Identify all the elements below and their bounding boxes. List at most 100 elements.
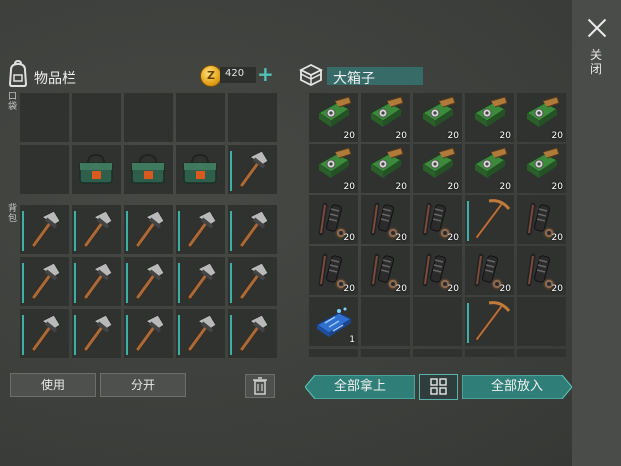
hammer-icon bbox=[135, 262, 165, 300]
chest-slot[interactable] bbox=[517, 297, 566, 346]
durability-bar bbox=[467, 201, 469, 241]
durability-bar bbox=[22, 315, 24, 355]
chest-slot[interactable]: 20 bbox=[361, 195, 410, 244]
hammer-icon bbox=[187, 314, 217, 352]
backpack-slot[interactable] bbox=[228, 257, 277, 306]
hammer-icon bbox=[83, 210, 113, 248]
item-quantity: 20 bbox=[395, 284, 407, 294]
chest-slot[interactable] bbox=[465, 349, 514, 357]
chest-slot[interactable]: 20 bbox=[361, 144, 410, 193]
trash-button[interactable] bbox=[245, 374, 275, 398]
chest-slot[interactable]: 20 bbox=[361, 246, 410, 295]
item-quantity: 20 bbox=[551, 233, 563, 243]
chest-slot[interactable]: 1 bbox=[309, 297, 358, 346]
item-quantity: 20 bbox=[447, 182, 459, 192]
split-button[interactable]: 分开 bbox=[100, 373, 186, 397]
chest-slot[interactable]: 20 bbox=[517, 144, 566, 193]
durability-bar bbox=[22, 211, 24, 251]
backpack-slot[interactable] bbox=[20, 205, 69, 254]
chest-slot[interactable] bbox=[309, 349, 358, 357]
item-quantity: 20 bbox=[499, 284, 511, 294]
backpack-slot[interactable] bbox=[176, 205, 225, 254]
chest-slot[interactable]: 20 bbox=[465, 93, 514, 142]
pocket-slot[interactable] bbox=[20, 93, 69, 142]
chest-slot[interactable]: 20 bbox=[413, 93, 462, 142]
quality-dots bbox=[494, 235, 510, 250]
chest-slot[interactable] bbox=[413, 297, 462, 346]
chest-slot[interactable]: 20 bbox=[413, 246, 462, 295]
item-quantity: 20 bbox=[395, 131, 407, 141]
close-icon[interactable] bbox=[585, 16, 609, 40]
item-quantity: 20 bbox=[551, 131, 563, 141]
pocket-slot[interactable] bbox=[124, 93, 173, 142]
chest-slot[interactable] bbox=[361, 349, 410, 357]
durability-bar bbox=[230, 211, 232, 251]
hammer-icon bbox=[187, 262, 217, 300]
backpack-slot[interactable] bbox=[72, 309, 121, 358]
item-quantity: 20 bbox=[447, 284, 459, 294]
chest-slot[interactable]: 20 bbox=[309, 195, 358, 244]
backpack-slot[interactable] bbox=[20, 257, 69, 306]
chest-slot[interactable] bbox=[465, 195, 514, 250]
medkit-icon bbox=[183, 153, 217, 184]
durability-bar bbox=[230, 315, 232, 355]
hammer-icon bbox=[135, 210, 165, 248]
backpack-slot[interactable] bbox=[124, 205, 173, 254]
chest-slot[interactable]: 20 bbox=[309, 144, 358, 193]
durability-bar bbox=[467, 303, 469, 343]
pocket-slot[interactable] bbox=[228, 93, 277, 142]
item-quantity: 20 bbox=[395, 182, 407, 192]
pocket-slot[interactable] bbox=[176, 93, 225, 142]
chest-slot[interactable]: 20 bbox=[309, 93, 358, 142]
item-quantity: 20 bbox=[499, 182, 511, 192]
pocket-slot[interactable] bbox=[228, 145, 277, 194]
backpack-slot[interactable] bbox=[72, 205, 121, 254]
item-quantity: 20 bbox=[551, 182, 563, 192]
backpack-slot[interactable] bbox=[228, 205, 277, 254]
durability-bar bbox=[74, 315, 76, 355]
use-button[interactable]: 使用 bbox=[10, 373, 96, 397]
grid-icon bbox=[430, 378, 447, 395]
pocket-slot[interactable] bbox=[72, 93, 121, 142]
take-all-button[interactable]: 全部拿上 bbox=[305, 375, 415, 399]
chest-slot[interactable] bbox=[517, 349, 566, 357]
backpack-slot[interactable] bbox=[176, 257, 225, 306]
chest-slot[interactable]: 20 bbox=[465, 144, 514, 193]
chest-slot[interactable] bbox=[465, 297, 514, 352]
backpack-slot[interactable] bbox=[228, 309, 277, 358]
chest-slot[interactable]: 20 bbox=[465, 246, 514, 295]
pocket-slot[interactable] bbox=[72, 145, 121, 194]
chest-slot[interactable]: 20 bbox=[517, 93, 566, 142]
chest-slot[interactable]: 20 bbox=[413, 195, 462, 244]
chest-slot[interactable] bbox=[413, 349, 462, 357]
backpack-slot[interactable] bbox=[72, 257, 121, 306]
item-quantity: 20 bbox=[447, 233, 459, 243]
backpack-slot[interactable] bbox=[20, 309, 69, 358]
durability-bar bbox=[230, 263, 232, 303]
medkit-icon bbox=[79, 153, 113, 184]
backpack-slot[interactable] bbox=[176, 309, 225, 358]
item-quantity: 20 bbox=[343, 284, 355, 294]
sort-button[interactable] bbox=[419, 374, 458, 400]
put-all-button[interactable]: 全部放入 bbox=[462, 375, 572, 399]
hammer-icon bbox=[239, 314, 269, 352]
backpack-slot[interactable] bbox=[124, 257, 173, 306]
close-label[interactable]: 关闭 bbox=[590, 48, 604, 76]
chest-slot[interactable]: 20 bbox=[517, 195, 566, 244]
chest-slot[interactable]: 20 bbox=[517, 246, 566, 295]
add-coins-button[interactable]: + bbox=[257, 64, 274, 84]
chest-slot[interactable]: 20 bbox=[413, 144, 462, 193]
durability-bar bbox=[126, 263, 128, 303]
pocket-slot[interactable] bbox=[124, 145, 173, 194]
pocket-slot[interactable] bbox=[20, 145, 69, 194]
take-all-label: 全部拿上 bbox=[333, 379, 386, 394]
chest-slot[interactable] bbox=[361, 297, 410, 346]
hammer-icon bbox=[239, 262, 269, 300]
durability-bar bbox=[126, 315, 128, 355]
chest-slot[interactable]: 20 bbox=[309, 246, 358, 295]
coin-icon: Z bbox=[200, 65, 222, 87]
durability-bar bbox=[74, 263, 76, 303]
backpack-slot[interactable] bbox=[124, 309, 173, 358]
pocket-slot[interactable] bbox=[176, 145, 225, 194]
chest-slot[interactable]: 20 bbox=[361, 93, 410, 142]
